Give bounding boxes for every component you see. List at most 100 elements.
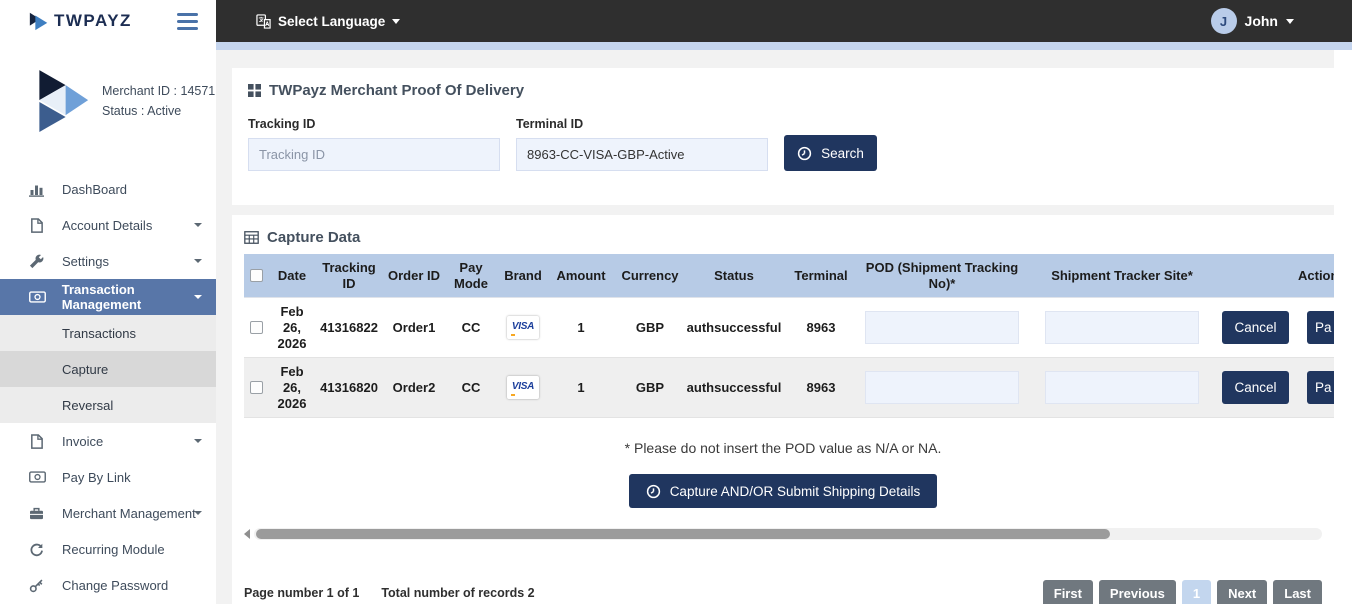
sidebar-item-transactions[interactable]: Transactions: [0, 315, 216, 351]
col-pay-mode: Pay Mode: [446, 256, 496, 296]
col-date: Date: [268, 264, 316, 288]
refresh-icon: [29, 542, 49, 557]
scrollbar-thumb[interactable]: [256, 529, 1110, 539]
translate-icon: [256, 14, 271, 29]
col-tracker-site: Shipment Tracker Site*: [1022, 264, 1222, 288]
table-footer: Page number 1 of 1 Total number of recor…: [244, 580, 1322, 604]
banknote-icon: [29, 291, 49, 303]
capture-submit-button[interactable]: Capture AND/OR Submit Shipping Details: [629, 474, 938, 508]
sidebar-item-settings[interactable]: Settings: [0, 243, 216, 279]
capture-data-panel: Capture Data Date Tracking ID Order ID P…: [232, 215, 1334, 604]
sidebar-item-capture[interactable]: Capture: [0, 351, 216, 387]
sidebar-menu: DashBoard Account Details Settings Trans…: [0, 171, 216, 603]
brand-logo[interactable]: TWPAYZ: [28, 10, 132, 32]
clock-icon: [797, 146, 812, 161]
sidebar-item-pay-by-link[interactable]: Pay By Link: [0, 459, 216, 495]
pagination-first[interactable]: First: [1043, 580, 1093, 604]
page-scrollbar-gutter[interactable]: [1334, 50, 1352, 604]
table-row: Feb 26, 2026 41316820 Order2 CC VISA 1 G…: [244, 358, 1334, 418]
search-button[interactable]: Search: [784, 135, 877, 171]
sidebar-item-label: Transaction Management: [62, 282, 216, 312]
table-row: Feb 26, 2026 41316822 Order1 CC VISA 1 G…: [244, 298, 1334, 358]
topbar: Select Language J John: [216, 0, 1352, 42]
partial-capture-button[interactable]: Pa: [1307, 371, 1334, 404]
sidebar-item-merchant-management[interactable]: Merchant Management: [0, 495, 216, 531]
cell-currency: GBP: [612, 320, 688, 336]
visa-brand-badge: VISA: [507, 316, 539, 339]
chevron-down-icon: [392, 19, 400, 24]
terminal-id-label: Terminal ID: [516, 117, 768, 131]
main-content: TWPayz Merchant Proof Of Delivery Tracki…: [216, 50, 1334, 604]
sidebar-item-label: Settings: [62, 254, 109, 269]
file-icon: [29, 434, 49, 449]
cell-amount: 1: [550, 320, 612, 336]
pagination-last[interactable]: Last: [1273, 580, 1322, 604]
tracking-id-label: Tracking ID: [248, 117, 500, 131]
sidebar-item-dashboard[interactable]: DashBoard: [0, 171, 216, 207]
pagination-next[interactable]: Next: [1217, 580, 1267, 604]
cancel-button[interactable]: Cancel: [1222, 311, 1289, 344]
brand-name: TWPAYZ: [54, 11, 132, 31]
chevron-down-icon: [1286, 19, 1294, 24]
sidebar-item-recurring-module[interactable]: Recurring Module: [0, 531, 216, 567]
cancel-button[interactable]: Cancel: [1222, 371, 1289, 404]
sidebar-item-invoice[interactable]: Invoice: [0, 423, 216, 459]
language-selector[interactable]: Select Language: [256, 14, 400, 29]
sidebar-item-label: Invoice: [62, 434, 103, 449]
pagination-previous[interactable]: Previous: [1099, 580, 1176, 604]
table-header-row: Date Tracking ID Order ID Pay Mode Brand…: [244, 254, 1334, 298]
pagination-page-1[interactable]: 1: [1182, 580, 1211, 604]
cell-order-id: Order1: [382, 320, 446, 336]
chevron-down-icon: [194, 259, 202, 263]
cell-amount: 1: [550, 380, 612, 396]
accent-strip: [216, 42, 1352, 50]
scroll-left-arrow-icon[interactable]: [244, 529, 250, 539]
sidebar-item-label: Merchant Management: [62, 506, 196, 521]
row-checkbox[interactable]: [250, 381, 263, 394]
pod-note: * Please do not insert the POD value as …: [244, 440, 1322, 456]
chevron-down-icon: [194, 223, 202, 227]
row-checkbox[interactable]: [250, 321, 263, 334]
merchant-logo-icon: [30, 68, 90, 134]
hamburger-menu-icon[interactable]: [177, 13, 198, 30]
tracker-site-input[interactable]: [1045, 311, 1199, 344]
col-currency: Currency: [612, 264, 688, 288]
table-icon: [244, 231, 259, 244]
file-icon: [29, 218, 49, 233]
key-icon: [29, 578, 49, 593]
cell-tracking-id: 41316822: [316, 320, 382, 336]
pod-input[interactable]: [865, 371, 1019, 404]
search-form: Tracking ID Terminal ID Search: [248, 117, 1318, 171]
sidebar: TWPAYZ Merchant ID : 14571 Status : Acti…: [0, 0, 216, 604]
cell-order-id: Order2: [382, 380, 446, 396]
sidebar-item-transaction-management[interactable]: Transaction Management: [0, 279, 216, 315]
sidebar-item-change-password[interactable]: Change Password: [0, 567, 216, 603]
cell-status: authsuccessful: [688, 320, 780, 336]
records-info: Total number of records 2: [381, 586, 534, 600]
cell-currency: GBP: [612, 380, 688, 396]
col-terminal: Terminal: [780, 264, 862, 288]
sidebar-item-account-details[interactable]: Account Details: [0, 207, 216, 243]
pod-input[interactable]: [865, 311, 1019, 344]
user-name: John: [1245, 13, 1278, 29]
col-pod: POD (Shipment Tracking No)*: [862, 256, 1022, 296]
grid-icon: [248, 84, 261, 97]
language-label: Select Language: [278, 14, 385, 29]
user-menu[interactable]: J John: [1211, 8, 1294, 34]
sidebar-item-label: Recurring Module: [62, 542, 165, 557]
sidebar-item-label: Pay By Link: [62, 470, 131, 485]
pagination: First Previous 1 Next Last: [1043, 580, 1322, 604]
tracker-site-input[interactable]: [1045, 371, 1199, 404]
col-amount: Amount: [550, 264, 612, 288]
tracking-id-input[interactable]: [248, 138, 500, 171]
select-all-checkbox[interactable]: [250, 269, 263, 282]
cell-pay-mode: CC: [446, 320, 496, 336]
col-action: Action: [1222, 264, 1334, 288]
pod-search-panel: TWPayz Merchant Proof Of Delivery Tracki…: [232, 68, 1334, 205]
sidebar-item-reversal[interactable]: Reversal: [0, 387, 216, 423]
scrollbar-track[interactable]: [254, 528, 1322, 540]
terminal-id-input[interactable]: [516, 138, 768, 171]
panel-title: TWPayz Merchant Proof Of Delivery: [248, 82, 1318, 99]
partial-capture-button[interactable]: Pa: [1307, 311, 1334, 344]
capture-table: Date Tracking ID Order ID Pay Mode Brand…: [244, 254, 1334, 418]
